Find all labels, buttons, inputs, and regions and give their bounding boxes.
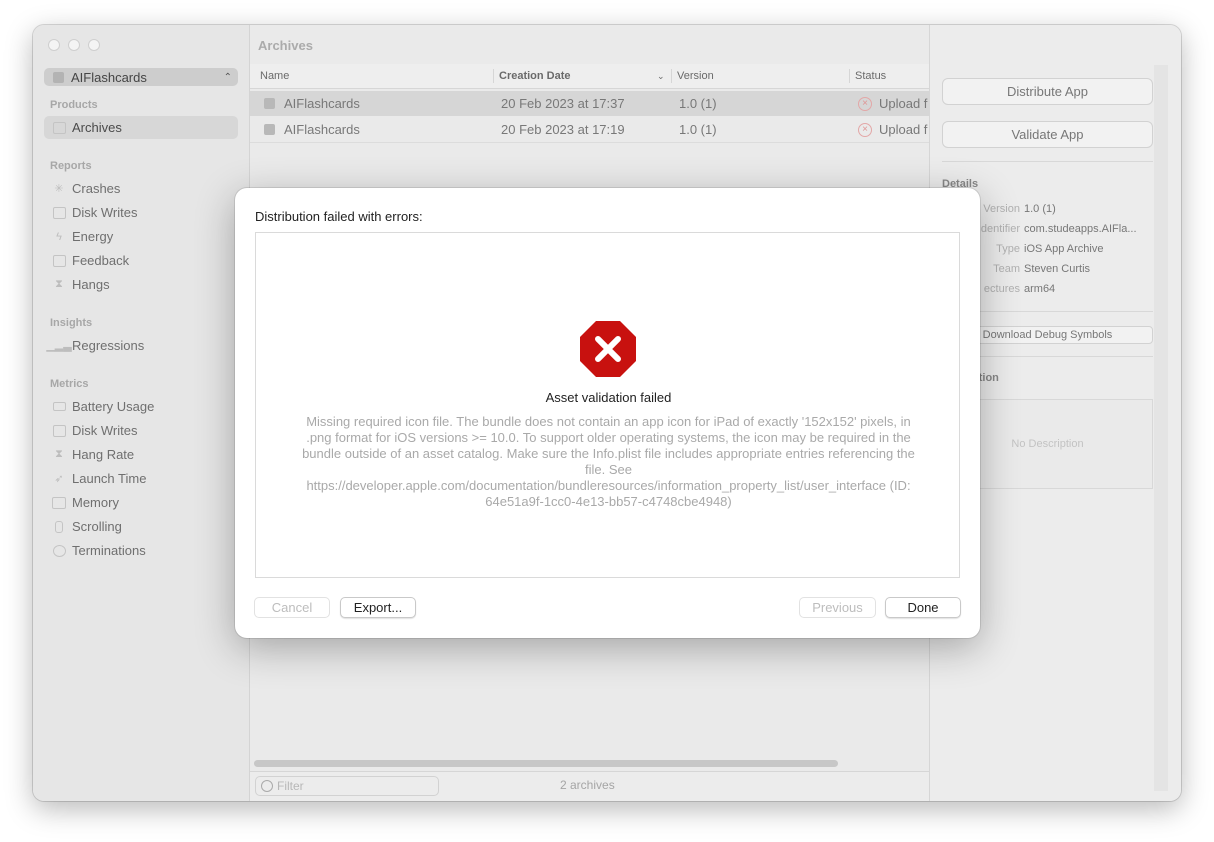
- distribution-error-sheet: Distribution failed with errors: Asset v…: [235, 188, 980, 638]
- error-message-box: Asset validation failed Missing required…: [255, 232, 960, 578]
- error-octagon-icon: [580, 321, 636, 377]
- error-title: Asset validation failed: [545, 390, 672, 405]
- sheet-title: Distribution failed with errors:: [255, 209, 423, 224]
- error-description: Missing required icon file. The bundle d…: [302, 414, 915, 509]
- previous-button[interactable]: Previous: [799, 597, 876, 618]
- cancel-button[interactable]: Cancel: [254, 597, 330, 618]
- export-button[interactable]: Export...: [340, 597, 416, 618]
- done-button[interactable]: Done: [885, 597, 961, 618]
